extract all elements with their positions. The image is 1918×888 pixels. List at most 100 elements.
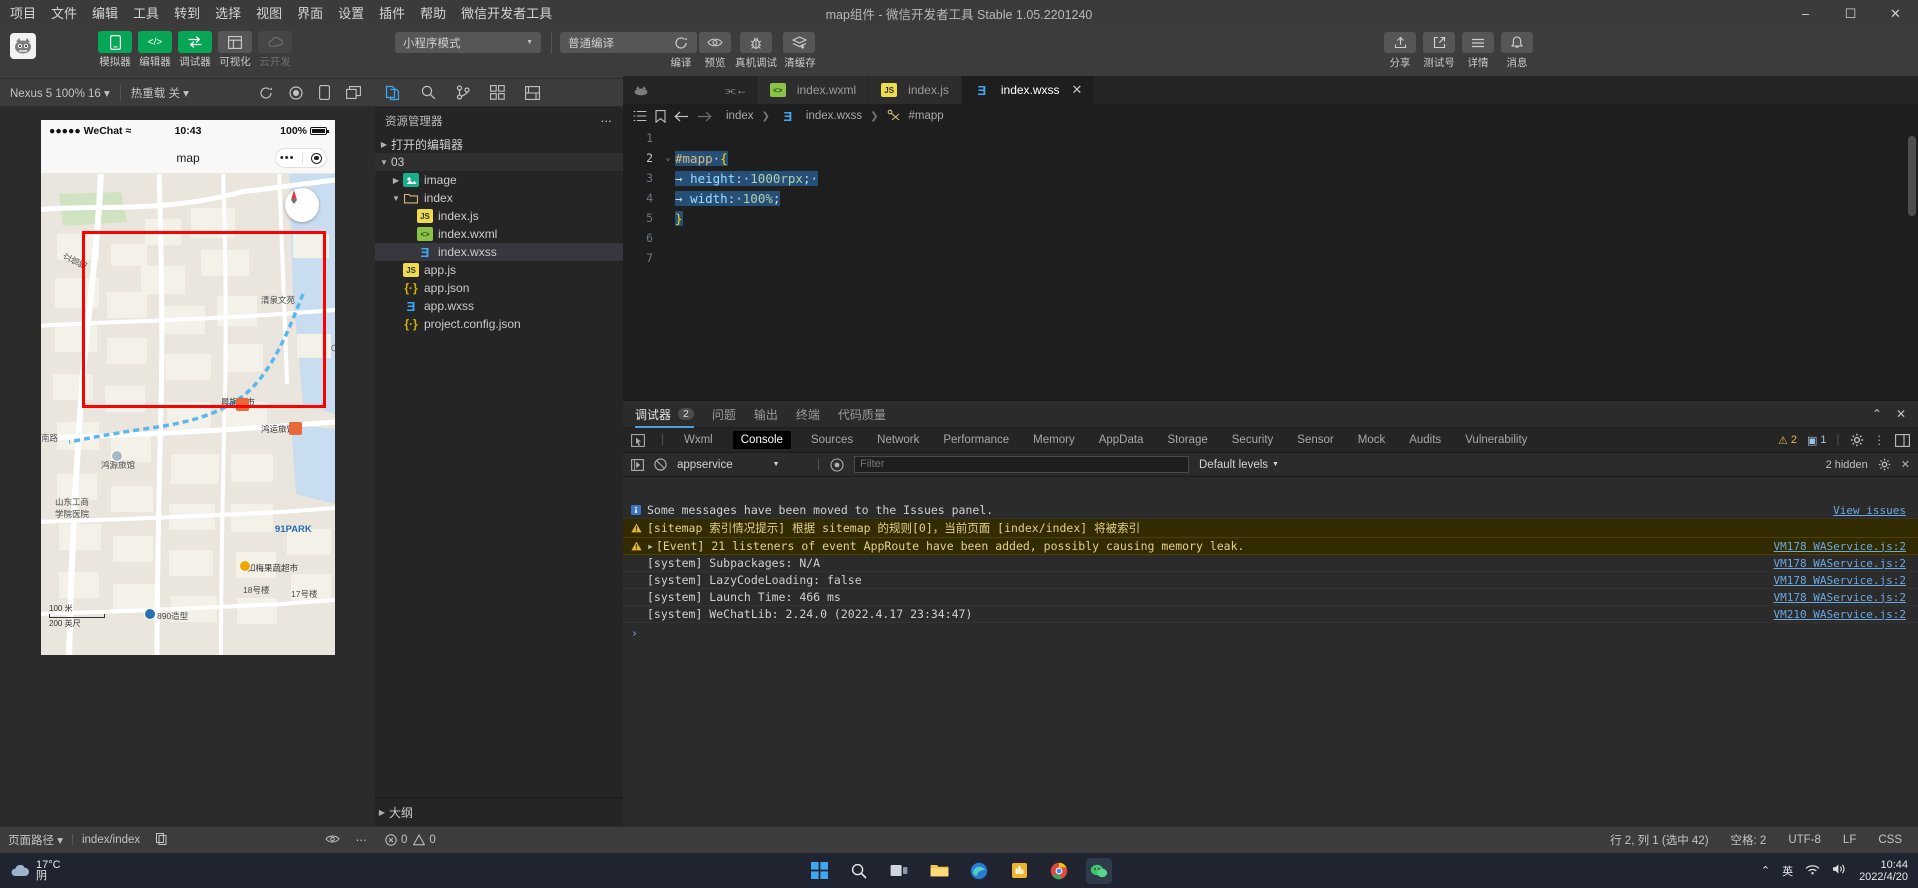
close-panel-icon[interactable]: ✕ xyxy=(1896,407,1906,421)
back-arrow-icon[interactable] xyxy=(674,111,689,122)
search-icon[interactable] xyxy=(421,85,436,100)
map-resize-handle-icon[interactable]: ⟳ xyxy=(331,342,335,355)
outline-section[interactable]: ▶ 大纲 xyxy=(375,797,623,826)
section-open-editors[interactable]: ▶ 打开的编辑器 xyxy=(375,135,623,153)
tree-item-app-json[interactable]: {·} app.json xyxy=(375,279,623,297)
console-output[interactable]: Some messages have been moved to the Iss… xyxy=(623,502,1918,826)
debugger-toggle-button[interactable] xyxy=(178,31,212,53)
menu-item-interface[interactable]: 界面 xyxy=(297,0,323,27)
menu-item-file[interactable]: 文件 xyxy=(51,0,77,27)
search-icon[interactable] xyxy=(846,858,872,884)
explorer-icon[interactable] xyxy=(926,858,952,884)
test-account-button[interactable] xyxy=(1423,32,1455,53)
breadcrumb-file[interactable]: index.wxss xyxy=(806,110,862,122)
preview-eye-icon[interactable] xyxy=(317,834,348,847)
tab-index-wxss[interactable]: Ǝ index.wxss ✕ xyxy=(961,76,1096,104)
breadcrumb-folder[interactable]: index xyxy=(726,110,754,122)
log-source-link[interactable]: VM178 WAService.js:2 xyxy=(1774,591,1906,604)
maximize-button[interactable]: ☐ xyxy=(1828,0,1873,27)
dock-window-icon[interactable] xyxy=(1895,433,1910,447)
menu-item-devtools[interactable]: 微信开发者工具 xyxy=(461,0,552,27)
close-console-icon[interactable]: ✕ xyxy=(1901,458,1910,471)
more-options-icon[interactable]: ⋯ xyxy=(348,833,376,847)
edge-icon[interactable] xyxy=(966,858,992,884)
tree-item-index-wxml[interactable]: <> index.wxml xyxy=(375,225,623,243)
compass-icon[interactable] xyxy=(285,188,319,222)
menu-item-settings[interactable]: 设置 xyxy=(338,0,364,27)
share-button[interactable] xyxy=(1384,32,1416,53)
panel-tab-debugger[interactable]: 调试器 2 xyxy=(635,401,694,428)
expand-arrow-icon[interactable]: ▸ xyxy=(647,539,654,553)
explorer-more-icon[interactable]: ⋯ xyxy=(601,114,614,128)
menu-item-plugins[interactable]: 插件 xyxy=(379,0,405,27)
panel-tab-problems[interactable]: 问题 xyxy=(712,401,736,428)
windows-icon[interactable] xyxy=(806,858,832,884)
split-icon[interactable] xyxy=(525,85,540,100)
devtool-tab-network[interactable]: Network xyxy=(873,432,923,448)
panel-tab-terminal[interactable]: 终端 xyxy=(796,401,820,428)
breadcrumb-symbol[interactable]: #mapp xyxy=(909,110,944,122)
code-editor[interactable]: 1 2 ⌄ #mapp·{ 3 → height:·1000rpx;· 4 → … xyxy=(623,128,1918,400)
log-row[interactable]: [sitemap 索引情况提示] 根据 sitemap 的规则[0]，当前页面 … xyxy=(623,519,1918,538)
editor-toggle-button[interactable]: </> xyxy=(138,31,172,53)
inspect-element-icon[interactable] xyxy=(631,433,645,447)
log-source-link[interactable]: VM178 WAService.js:2 xyxy=(1774,574,1906,587)
tree-item-index-wxss[interactable]: Ǝ index.wxss xyxy=(375,243,623,261)
devtool-tab-appdata[interactable]: AppData xyxy=(1095,432,1148,448)
log-row[interactable]: [system] Launch Time: 466 ms VM178 WASer… xyxy=(623,589,1918,606)
devtool-tab-audits[interactable]: Audits xyxy=(1405,432,1445,448)
files-icon[interactable] xyxy=(385,85,401,101)
error-count-icon[interactable]: 0 xyxy=(385,834,407,846)
record-icon[interactable] xyxy=(289,85,303,100)
wechat-devtools-icon[interactable] xyxy=(1086,857,1112,884)
devtool-tab-wxml[interactable]: Wxml xyxy=(680,432,717,448)
forward-arrow-icon[interactable] xyxy=(697,111,712,122)
menu-item-help[interactable]: 帮助 xyxy=(420,0,446,27)
tree-item-image[interactable]: ▶ image xyxy=(375,171,623,189)
line-ending[interactable]: LF xyxy=(1843,834,1856,846)
fold-toggle-icon[interactable]: ⌄ xyxy=(661,153,675,163)
log-source-link[interactable]: VM178 WAService.js:2 xyxy=(1774,540,1906,553)
warning-count-icon[interactable]: 0 xyxy=(413,834,436,846)
log-row[interactable]: [system] WeChatLib: 2.24.0 (2022.4.17 23… xyxy=(623,606,1918,623)
console-prompt[interactable]: › xyxy=(623,623,1918,643)
menu-item-tools[interactable]: 工具 xyxy=(133,0,159,27)
window-icon[interactable] xyxy=(346,85,361,100)
menu-item-select[interactable]: 选择 xyxy=(215,0,241,27)
copy-path-icon[interactable] xyxy=(148,832,175,848)
devtool-tab-sources[interactable]: Sources xyxy=(807,432,857,448)
menu-item-goto[interactable]: 转到 xyxy=(174,0,200,27)
editor-layout-icon[interactable]: ⫘← xyxy=(623,76,758,104)
filter-eye-icon[interactable] xyxy=(830,457,844,472)
devtool-tab-storage[interactable]: Storage xyxy=(1163,432,1211,448)
collapse-sidebar-icon[interactable]: ⫘← xyxy=(725,83,748,98)
tree-item-app-wxss[interactable]: Ǝ app.wxss xyxy=(375,297,623,315)
view-issues-link[interactable]: View issues xyxy=(1833,504,1906,517)
wechat-capsule-button[interactable]: ••• xyxy=(275,148,327,168)
messages-button[interactable] xyxy=(1501,32,1533,53)
cursor-position[interactable]: 行 2, 列 1 (选中 42) xyxy=(1610,832,1708,848)
collapse-panel-icon[interactable]: ⌃ xyxy=(1872,407,1882,421)
preview-button[interactable] xyxy=(699,32,731,53)
log-source-link[interactable]: VM210 WAService.js:2 xyxy=(1774,608,1906,621)
map-component[interactable]: 立信路 清泉文苑 晨旗超市 鸿运旅馆 南路 鸿源旅馆 山东工商 学院医院 91P… xyxy=(41,174,335,655)
devtool-tab-console[interactable]: Console xyxy=(732,431,791,449)
details-button[interactable] xyxy=(1462,32,1494,53)
tab-index-js[interactable]: JS index.js xyxy=(869,76,962,104)
tree-item-project-config[interactable]: {·} project.config.json xyxy=(375,315,623,333)
section-project-root[interactable]: ▼ 03 xyxy=(375,153,623,171)
console-filter-input[interactable] xyxy=(854,456,1189,473)
log-row[interactable]: [system] LazyCodeLoading: false VM178 WA… xyxy=(623,572,1918,589)
log-row[interactable]: ▸ [Event] 21 listeners of event AppRoute… xyxy=(623,538,1918,555)
context-select[interactable]: appservice ▼ xyxy=(677,459,807,471)
tree-item-app-js[interactable]: JS app.js xyxy=(375,261,623,279)
log-row[interactable]: [system] Subpackages: N/A VM178 WAServic… xyxy=(623,555,1918,572)
info-badge[interactable]: ▣ 1 xyxy=(1807,434,1827,447)
indentation[interactable]: 空格: 2 xyxy=(1731,832,1767,848)
editor-scrollbar[interactable] xyxy=(1908,136,1916,216)
bookmark-icon[interactable] xyxy=(655,109,666,123)
map-poi-marker[interactable] xyxy=(289,422,302,435)
encoding[interactable]: UTF-8 xyxy=(1788,834,1821,846)
menu-item-project[interactable]: 项目 xyxy=(10,0,36,27)
chrome-icon[interactable] xyxy=(1046,858,1072,884)
